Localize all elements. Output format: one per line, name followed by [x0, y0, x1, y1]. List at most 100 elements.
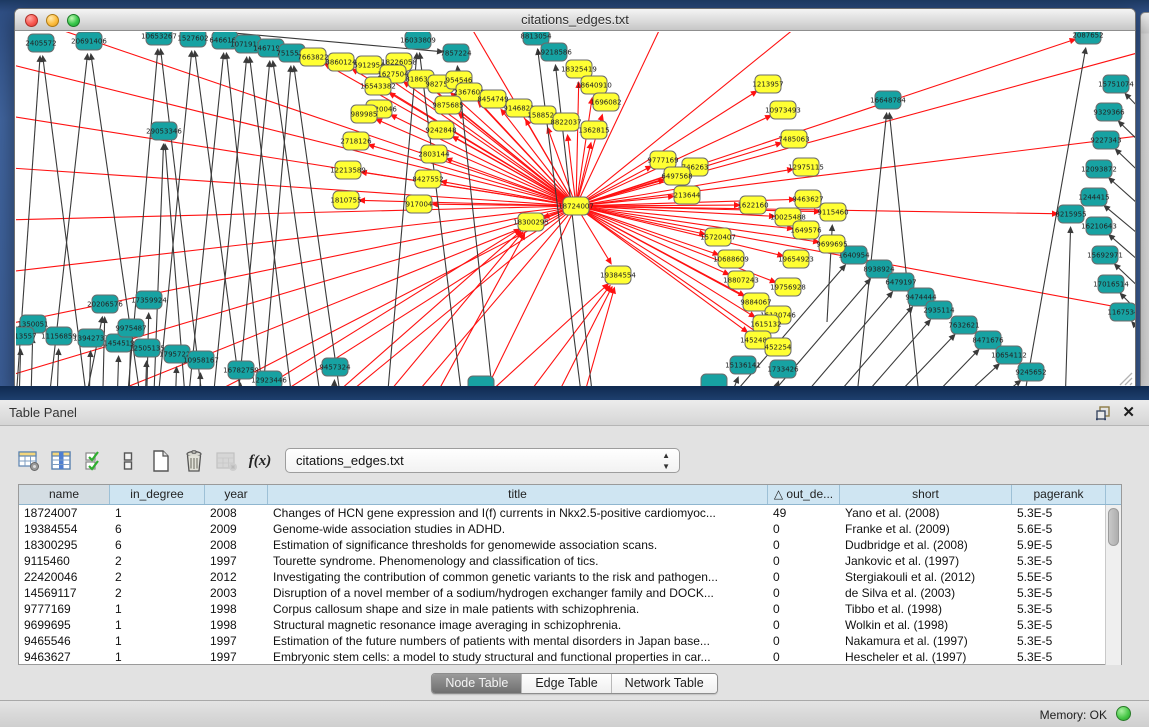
network-window[interactable]: citations_edges.txt 24055722069140610653… [14, 8, 1136, 389]
graph-edge-arrow [266, 60, 272, 67]
cell-in_degree: 6 [110, 521, 205, 537]
table-row[interactable]: 946362711997Embryonic stem cells: a mode… [19, 649, 1106, 665]
graph-node-label: 18724007 [558, 203, 594, 211]
cytoscape-desktop: citations_edges.txt 24055722069140610653… [0, 0, 1149, 400]
graph-edge [195, 55, 251, 388]
graph-node-label: 7632621 [948, 322, 979, 330]
table-row[interactable]: 1872400712008Changes of HCN gene express… [19, 505, 1106, 521]
cell-pagerank: 5.5E-5 [1012, 569, 1106, 585]
table-selector-dropdown[interactable]: citations_edges.txt ▲▼ [285, 448, 680, 473]
cell-title: Structural magnetic resonance image aver… [268, 617, 768, 633]
graph-edge-arrow [55, 348, 61, 355]
graph-edge [241, 206, 576, 388]
table-scrollbar-thumb[interactable] [1108, 508, 1119, 546]
table-panel-header: Table Panel ✕ [0, 400, 1149, 426]
graph-edge [1121, 124, 1135, 187]
table-row[interactable]: 977716911998Corpus callosum shape and si… [19, 601, 1106, 617]
graph-node-label: 11156859 [41, 333, 77, 341]
graph-node-label: 15751074 [1098, 81, 1134, 89]
graph-node-label: 9329366 [1093, 109, 1125, 117]
checklist-icon [83, 449, 107, 473]
column-header-year[interactable]: year [205, 485, 268, 504]
graph-edge [441, 286, 605, 388]
graph-edge [273, 65, 331, 388]
graph-node-label: 12923446 [251, 377, 287, 385]
status-bar: Memory: OK [0, 700, 1149, 727]
table-row[interactable]: 911546021997Tourette syndrome. Phenomeno… [19, 553, 1106, 569]
graph-node-label: 1696082 [590, 99, 621, 107]
table-tabbar: Node Table Edge Table Network Table [0, 673, 1149, 694]
graph-node-label: 16782759 [223, 367, 259, 375]
table-row[interactable]: 946554611997Estimation of the future num… [19, 633, 1106, 649]
column-header-pagerank[interactable]: pagerank [1012, 485, 1106, 504]
new-document-icon [149, 449, 173, 473]
tab-network-table[interactable]: Network Table [611, 674, 717, 693]
cell-in_degree: 2 [110, 569, 205, 585]
cell-pagerank: 5.3E-5 [1012, 505, 1106, 521]
float-panel-button[interactable] [1095, 405, 1111, 421]
graph-edge-arrow [565, 134, 571, 141]
network-canvas[interactable]: 2405572206914061065326715276026466160107… [16, 32, 1135, 388]
table-row[interactable]: 1938455462009Genome-wide association stu… [19, 521, 1106, 537]
graph-edge [871, 367, 996, 388]
graph-node-label: 20206576 [87, 301, 123, 309]
column-header-in_degree[interactable]: in_degree [110, 485, 205, 504]
memory-status-indicator[interactable] [1116, 706, 1131, 721]
graph-node-label: 12975115 [788, 164, 824, 172]
tab-edge-table[interactable]: Edge Table [521, 674, 610, 693]
graph-node-label: 18807243 [723, 277, 759, 285]
graph-node-label: 17016514 [1093, 281, 1129, 289]
graph-node-label: 16033809 [400, 37, 436, 45]
cell-year: 1997 [205, 649, 268, 665]
row-options-button[interactable] [113, 446, 143, 476]
table-row[interactable]: 1830029562008Estimation of significance … [19, 537, 1106, 553]
graph-node-label: 2718126 [340, 138, 372, 146]
background-window-sliver[interactable] [1140, 12, 1149, 390]
cell-title: Embryonic stem cells: a model to study s… [268, 649, 768, 665]
table-row[interactable]: 969969511998Structural magnetic resonanc… [19, 617, 1106, 633]
graph-node-label: 1810755 [330, 197, 361, 205]
cell-pagerank: 5.6E-5 [1012, 521, 1106, 537]
graph-node-label: 9457324 [319, 364, 351, 372]
change-table-mode-button[interactable] [14, 446, 44, 476]
column-header-name[interactable]: name [19, 485, 110, 504]
graph-edge [331, 235, 520, 388]
graph-node-label: 10653267 [141, 33, 177, 41]
create-column-button[interactable] [146, 446, 176, 476]
tab-node-table[interactable]: Node Table [432, 674, 521, 693]
table-scrollbar[interactable] [1105, 505, 1121, 665]
graph-edge-arrow [598, 114, 604, 122]
cell-year: 1998 [205, 601, 268, 617]
select-all-columns-button[interactable] [80, 446, 110, 476]
graph-node-label: 10025488 [770, 214, 806, 222]
graph-node-label: 19218586 [536, 49, 572, 57]
show-columns-button[interactable] [47, 446, 77, 476]
close-panel-button[interactable]: ✕ [1122, 403, 1135, 421]
graph-edge-arrow [1131, 321, 1135, 328]
delete-columns-button[interactable] [179, 446, 209, 476]
column-header-out_de[interactable]: △ out_de... [768, 485, 840, 504]
column-header-title[interactable]: title [268, 485, 768, 504]
graph-edge [115, 360, 118, 388]
graph-node-label: 19756928 [770, 284, 806, 292]
table-row[interactable]: 1456911722003Disruption of a novel membe… [19, 585, 1106, 601]
graph-node-label: 1733426 [767, 366, 799, 374]
column-header-short[interactable]: short [840, 485, 1012, 504]
cell-out_de: 0 [768, 601, 840, 617]
graph-node-label: 18300295 [513, 219, 549, 227]
cell-name: 18300295 [19, 537, 110, 553]
cell-title: Changes of HCN gene expression and I(f) … [268, 505, 768, 521]
desktop-strip [0, 386, 1149, 400]
graph-node-label: 1213957 [752, 81, 783, 89]
graph-node-label: 9115460 [817, 209, 848, 217]
graph-edge [456, 138, 576, 206]
delete-table-button[interactable] [212, 446, 242, 476]
graph-node-label: 8454749 [477, 96, 508, 104]
window-resize-grip[interactable] [1117, 370, 1133, 386]
cell-short: Yano et al. (2008) [840, 505, 1012, 521]
table-row[interactable]: 2242004622012Investigating the contribut… [19, 569, 1106, 585]
function-builder-button[interactable]: f(x) [245, 446, 275, 476]
graph-edge-arrow [115, 355, 121, 362]
network-window-titlebar[interactable]: citations_edges.txt [15, 9, 1135, 31]
graph-edge-arrow [605, 257, 611, 265]
